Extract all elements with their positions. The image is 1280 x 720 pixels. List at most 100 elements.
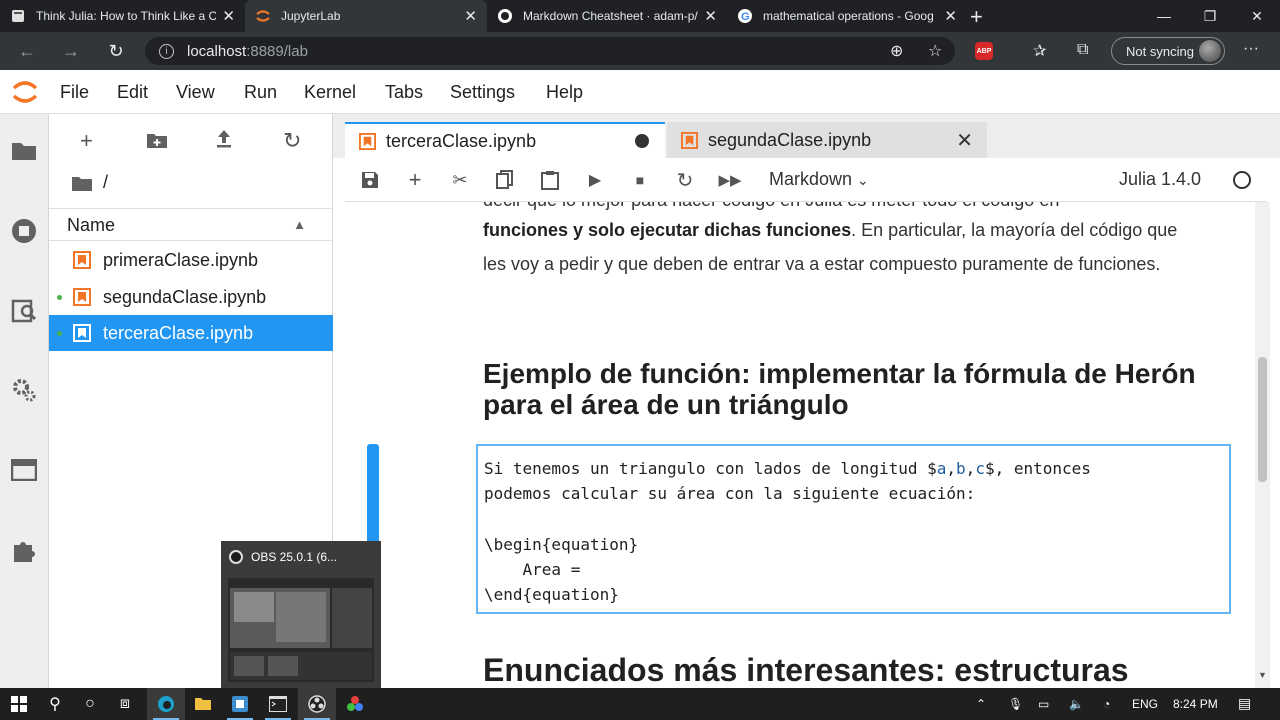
more-menu-icon[interactable]: ··· — [1243, 40, 1259, 58]
new-tab-button[interactable]: + — [970, 4, 983, 30]
copy-icon[interactable] — [493, 168, 517, 192]
upload-icon[interactable] — [215, 128, 233, 154]
sync-button[interactable]: Not syncing — [1111, 37, 1225, 65]
tab-segundaclase[interactable]: segundaClase.ipynb ✕ — [667, 122, 987, 158]
save-icon[interactable] — [358, 168, 382, 192]
restart-icon[interactable]: ↻ — [673, 168, 697, 192]
breadcrumb-path[interactable]: / — [103, 172, 108, 193]
browser-tab-google[interactable]: G mathematical operations - Goog ✕ — [727, 0, 967, 32]
windows-start-icon[interactable] — [0, 688, 38, 720]
close-window-button[interactable]: ✕ — [1234, 0, 1280, 32]
volume-icon[interactable]: 🔈 — [1069, 697, 1084, 711]
adblock-icon[interactable]: ABP — [975, 42, 993, 60]
menu-run[interactable]: Run — [244, 82, 277, 103]
microphone-icon[interactable]: 🎙 — [1008, 697, 1023, 711]
language-indicator[interactable]: ENG — [1132, 697, 1158, 711]
folder-icon[interactable] — [10, 136, 38, 164]
clock[interactable]: 8:24 PM — [1173, 697, 1218, 711]
zoom-icon[interactable]: ⊕ — [890, 41, 903, 61]
new-launcher-button[interactable]: + — [80, 128, 93, 154]
file-list-header[interactable]: Name ▲ — [49, 208, 333, 241]
browser-tab-markdown[interactable]: Markdown Cheatsheet · adam-p/ ✕ — [487, 0, 727, 32]
browser-tab-jupyterlab[interactable]: JupyterLab ✕ — [245, 0, 487, 32]
folder-icon[interactable] — [71, 174, 93, 192]
editor-line-2: podemos calcular su área con la siguient… — [484, 484, 976, 504]
wifi-icon[interactable]: ◔ — [1103, 697, 1110, 711]
fast-forward-icon[interactable]: ▶▶ — [718, 168, 742, 192]
file-explorer-icon[interactable] — [184, 688, 222, 720]
paste-icon[interactable] — [538, 168, 562, 192]
add-cell-icon[interactable]: + — [403, 167, 427, 192]
notifications-icon[interactable]: ▤ — [1238, 695, 1251, 712]
stop-icon[interactable]: ■ — [628, 168, 652, 192]
new-folder-icon[interactable] — [146, 129, 168, 155]
restore-button[interactable]: ❐ — [1187, 0, 1233, 32]
url-input[interactable]: i localhost:8889/lab — [145, 37, 955, 65]
cell-type-value: Markdown — [769, 169, 853, 189]
tray-overflow-icon[interactable]: ⌃ — [976, 697, 986, 711]
notebook-scrollbar[interactable]: ▼ — [1255, 202, 1270, 688]
menu-view[interactable]: View — [176, 82, 215, 103]
menu-edit[interactable]: Edit — [117, 82, 148, 103]
cut-icon[interactable]: ✂ — [448, 168, 472, 192]
notebook-content[interactable]: decir que lo mejor para hacer código en … — [345, 202, 1255, 688]
menu-tabs[interactable]: Tabs — [385, 82, 423, 103]
editor-line-5: Area = — [484, 559, 581, 579]
davinci-resolve-icon[interactable] — [336, 688, 374, 720]
edge-browser-icon[interactable] — [147, 688, 185, 720]
task-view-icon[interactable]: ⧈ — [106, 688, 144, 720]
collections-icon[interactable]: ⧉ — [1077, 41, 1088, 59]
file-item-segundaclase[interactable]: segundaClase.ipynb — [49, 279, 333, 315]
close-icon[interactable]: ✕ — [956, 128, 973, 153]
refresh-icon[interactable]: ↻ — [283, 128, 301, 154]
favorites-icon[interactable]: ✰ — [1033, 41, 1046, 61]
menu-help[interactable]: Help — [546, 82, 583, 103]
running-icon[interactable] — [10, 217, 38, 245]
forward-button[interactable]: → — [58, 38, 84, 64]
editor-line-6: \end{equation} — [484, 585, 619, 605]
sort-ascending-icon[interactable]: ▲ — [293, 217, 306, 232]
next-section-heading: Enunciados más interesantes: estructuras — [483, 652, 1129, 688]
browser-tab-title: Think Julia: How to Think Like a C — [36, 9, 217, 23]
kernel-name[interactable]: Julia 1.4.0 — [1119, 169, 1201, 190]
close-tab-icon[interactable]: ✕ — [222, 7, 235, 25]
file-item-primeraclase[interactable]: primeraClase.ipynb — [49, 242, 333, 278]
back-button[interactable]: ← — [14, 38, 40, 64]
reload-button[interactable]: ↻ — [103, 38, 129, 64]
command-palette-icon[interactable] — [10, 296, 38, 324]
obs-taskbar-preview[interactable]: OBS 25.0.1 (6... — [221, 541, 381, 688]
scrollbar-thumb[interactable] — [1258, 357, 1267, 482]
close-tab-icon[interactable]: ✕ — [704, 7, 717, 25]
cell-type-select[interactable]: Markdown ⌄ — [769, 169, 869, 190]
jupyter-menubar: File Edit View Run Kernel Tabs Settings … — [0, 70, 1280, 114]
search-icon[interactable]: ⚲ — [36, 688, 74, 720]
file-item-terceraclase[interactable]: terceraClase.ipynb — [49, 315, 333, 351]
run-icon[interactable]: ▶ — [583, 168, 607, 192]
minimize-button[interactable]: — — [1141, 0, 1187, 32]
cortana-icon[interactable]: ○ — [71, 688, 109, 720]
breadcrumb: / — [71, 172, 108, 193]
obs-icon — [229, 550, 243, 564]
browser-tabstrip: Think Julia: How to Think Like a C ✕ Jup… — [0, 0, 1280, 32]
name-column-header[interactable]: Name — [67, 215, 115, 235]
tabs-icon[interactable] — [10, 456, 38, 484]
tab-terceraclase[interactable]: terceraClase.ipynb — [345, 122, 665, 158]
menu-kernel[interactable]: Kernel — [304, 82, 356, 103]
terminal-icon[interactable] — [259, 688, 297, 720]
settings-gear-icon[interactable] — [10, 376, 38, 404]
close-tab-icon[interactable]: ✕ — [464, 7, 477, 25]
info-icon[interactable]: i — [159, 43, 174, 59]
browser-tab-think-julia[interactable]: Think Julia: How to Think Like a C ✕ — [0, 0, 245, 32]
scroll-down-icon[interactable]: ▼ — [1258, 670, 1267, 680]
menu-file[interactable]: File — [60, 82, 89, 103]
menu-settings[interactable]: Settings — [450, 82, 515, 103]
running-indicator — [57, 294, 62, 300]
obs-taskbar-icon[interactable] — [298, 688, 336, 720]
markdown-cell-editor[interactable]: Si tenemos un triangulo con lados de lon… — [476, 444, 1231, 614]
app-icon[interactable] — [221, 688, 259, 720]
unsaved-indicator[interactable] — [635, 134, 649, 148]
battery-icon[interactable]: ▭ — [1038, 697, 1049, 711]
extensions-puzzle-icon[interactable] — [10, 536, 38, 564]
close-tab-icon[interactable]: ✕ — [944, 7, 957, 25]
favorite-star-icon[interactable]: ☆ — [928, 41, 942, 61]
